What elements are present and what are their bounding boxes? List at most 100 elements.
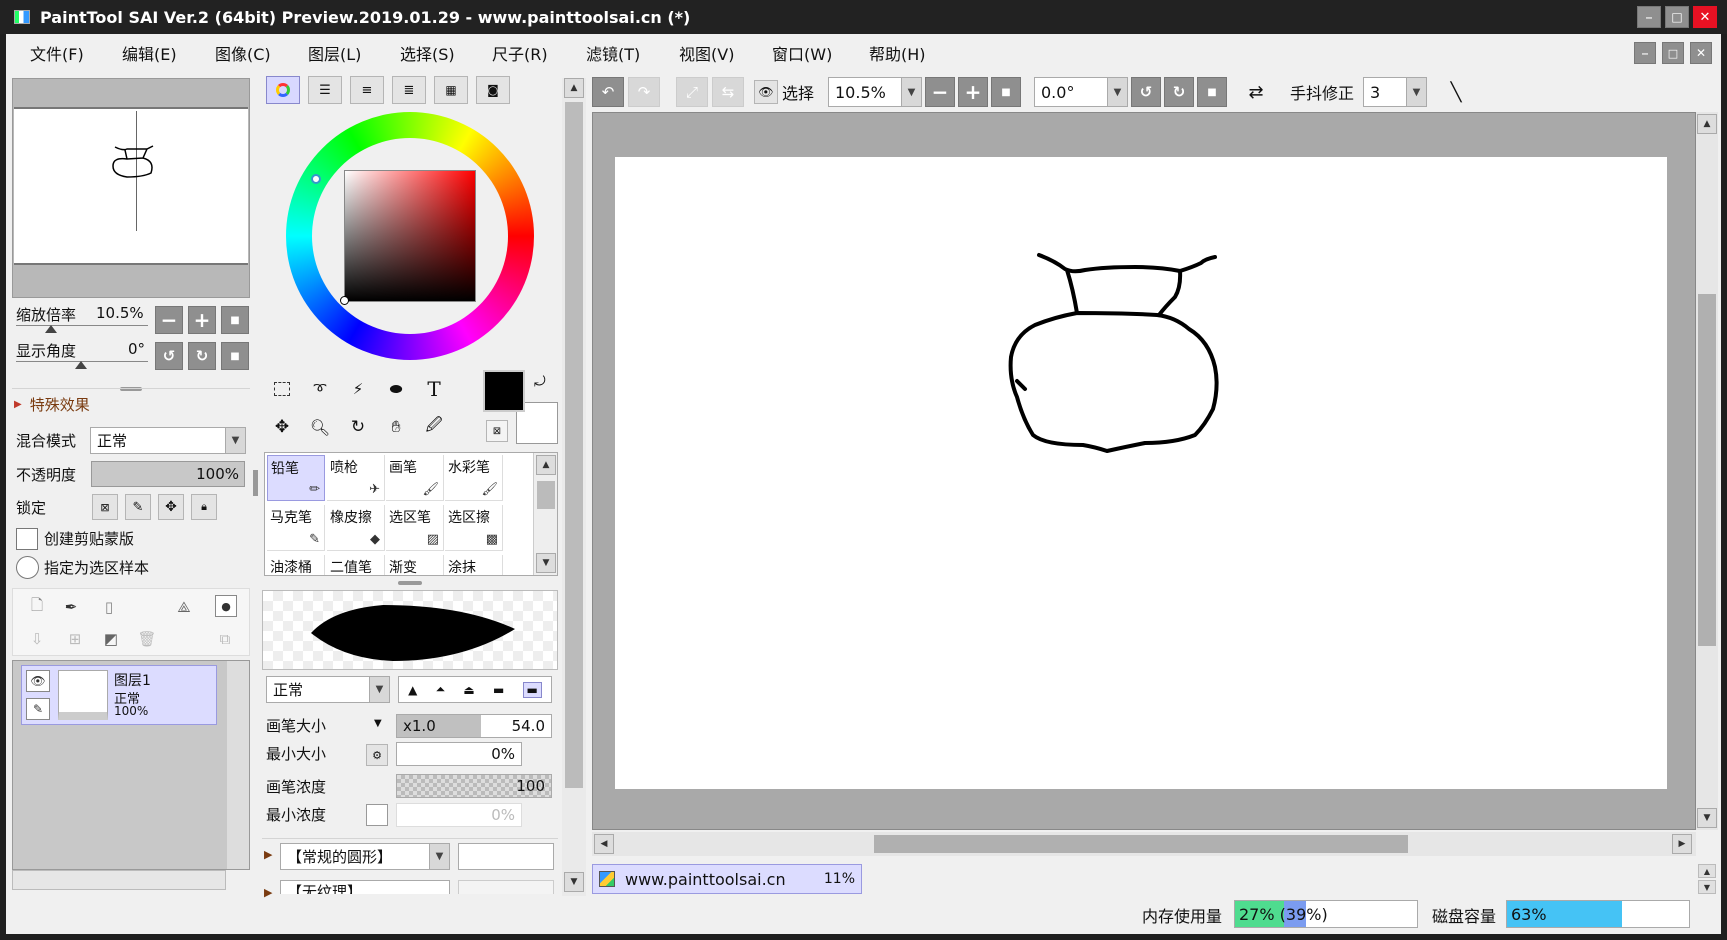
deselect-button[interactable]: ⤢: [676, 77, 708, 107]
merge-down-icon[interactable]: ⊞: [65, 629, 85, 649]
swatches-tab[interactable]: ▦: [434, 76, 468, 104]
brush-eraser[interactable]: 橡皮擦 ◆: [327, 505, 385, 551]
sv-square[interactable]: [344, 170, 476, 302]
flip-horizontal-button[interactable]: ⇄: [1240, 77, 1272, 107]
scroll-thumb[interactable]: [537, 481, 555, 509]
brush-size-slider[interactable]: x1.0 54.0: [396, 714, 552, 738]
angle-slider-thumb[interactable]: [75, 361, 87, 369]
invert-selection-button[interactable]: ⇆: [712, 77, 744, 107]
min-density-field[interactable]: 0%: [396, 803, 522, 827]
layer-list-vscrollbar[interactable]: [227, 661, 249, 869]
brush-watercolor[interactable]: 水彩笔 🖌︎: [445, 455, 503, 501]
layer-row[interactable]: 👁︎ ✎ 图层1 正常 100%: [21, 665, 217, 725]
edge-soft2-icon[interactable]: ⏏: [463, 683, 474, 697]
doc-tabs-down-button[interactable]: ▼: [1698, 880, 1716, 894]
brush-bucket[interactable]: 油漆桶: [267, 555, 325, 575]
hue-marker[interactable]: [311, 174, 321, 184]
scroll-down-button[interactable]: ▼: [1697, 808, 1717, 828]
marquee-icon[interactable]: [266, 374, 298, 404]
zoom-in-button[interactable]: +: [958, 77, 988, 107]
effects-expander[interactable]: ▶ 特殊效果: [14, 394, 90, 415]
edge-square-icon[interactable]: ▬: [522, 681, 542, 698]
clip-mask-checkbox[interactable]: [16, 528, 38, 550]
brush-mode-select[interactable]: 正常 ▼: [266, 676, 390, 703]
window-minimize-button[interactable]: –: [1637, 6, 1661, 28]
doc-tabs-up-button[interactable]: ▲: [1698, 864, 1716, 878]
hand-icon[interactable]: ✋︎: [380, 412, 412, 442]
lasso-icon[interactable]: ➰︎: [304, 374, 336, 404]
menu-edit[interactable]: 编辑(E): [122, 41, 215, 65]
expand-arrow-icon[interactable]: ▶: [264, 848, 272, 861]
eye-icon[interactable]: 👁︎: [754, 80, 778, 104]
color-wheel-tab[interactable]: [266, 76, 300, 104]
hsv-sliders-tab[interactable]: ≡: [350, 76, 384, 104]
rotate-reset-button[interactable]: ■: [221, 342, 249, 370]
menu-view[interactable]: 视图(V): [679, 41, 772, 65]
edge-soft3-icon[interactable]: ▬: [493, 683, 504, 697]
brush-blur[interactable]: 涂抹: [445, 555, 503, 575]
brush-brush[interactable]: 画笔 🖌︎: [386, 455, 444, 501]
zoom-reset-button[interactable]: ■: [221, 306, 249, 334]
canvas-vscrollbar[interactable]: ▲ ▼: [1696, 112, 1718, 830]
scroll-down-button[interactable]: ▼: [536, 553, 556, 573]
canvas-paper[interactable]: [615, 157, 1667, 789]
layer-effect-icon[interactable]: ⟁: [173, 597, 195, 617]
lock-all-icon[interactable]: 🔒︎: [191, 494, 217, 520]
scroll-thumb[interactable]: [874, 835, 1408, 853]
scroll-up-button[interactable]: ▲: [1697, 114, 1717, 134]
layer-mask-icon[interactable]: ●: [215, 595, 237, 617]
sv-marker[interactable]: [340, 296, 349, 305]
new-layer-icon[interactable]: 🗋︎: [27, 596, 47, 617]
brush-texture-strength[interactable]: [458, 880, 554, 894]
brush-shape-strength[interactable]: [458, 843, 554, 870]
doc-close-button[interactable]: ✕: [1690, 42, 1712, 64]
menu-help[interactable]: 帮助(H): [869, 41, 926, 65]
new-folder-icon[interactable]: ▯: [99, 597, 119, 617]
chevron-down-icon[interactable]: ▼: [374, 718, 382, 729]
lock-move-icon[interactable]: ✥: [158, 494, 184, 520]
menu-window[interactable]: 窗口(W): [772, 41, 869, 65]
brush-shape-select[interactable]: 【常规的圆形】 ▼: [280, 843, 450, 870]
rotate-left-button[interactable]: ↺: [155, 342, 183, 370]
transparent-color-icon[interactable]: ⊠: [486, 420, 508, 442]
edge-hard-icon[interactable]: ▲: [408, 683, 417, 697]
delete-layer-icon[interactable]: 🗑︎: [137, 629, 157, 649]
scroll-thumb[interactable]: [565, 102, 583, 788]
brush-density-slider[interactable]: 100: [396, 774, 552, 798]
selection-sample-checkbox[interactable]: [16, 556, 39, 579]
rotate-right-button[interactable]: ↻: [188, 342, 216, 370]
transfer-down-icon[interactable]: ⇩: [27, 629, 47, 649]
brush-selection-eraser[interactable]: 选区擦 ▩: [445, 505, 503, 551]
rotate-left-button[interactable]: ↺: [1131, 77, 1161, 107]
menu-layer[interactable]: 图层(L): [308, 41, 400, 65]
menu-image[interactable]: 图像(C): [215, 41, 308, 65]
scroll-thumb[interactable]: [1698, 294, 1716, 646]
stabilizer-select[interactable]: 3 ▼: [1363, 77, 1427, 107]
move-icon[interactable]: ✥: [266, 412, 298, 442]
menu-select[interactable]: 选择(S): [400, 41, 492, 65]
menu-filter[interactable]: 滤镜(T): [586, 41, 679, 65]
tools-vscrollbar[interactable]: ▲ ▼: [562, 78, 586, 896]
zoom-out-button[interactable]: −: [155, 306, 183, 334]
menu-ruler[interactable]: 尺子(R): [492, 41, 586, 65]
angle-value[interactable]: 0°: [128, 340, 145, 358]
zoom-in-button[interactable]: +: [188, 306, 216, 334]
merge-visible-icon[interactable]: ⧉: [215, 629, 235, 649]
text-icon[interactable]: T: [418, 374, 450, 404]
blend-mode-select[interactable]: 正常 ▼: [90, 427, 246, 454]
navigator-preview[interactable]: [12, 78, 250, 298]
opacity-slider[interactable]: 100%: [91, 461, 245, 487]
redo-button[interactable]: ↷: [628, 77, 660, 107]
brush-binary[interactable]: 二值笔: [327, 555, 385, 575]
pressure-icon[interactable]: ⚙︎: [366, 744, 388, 766]
new-vector-layer-icon[interactable]: ✒︎: [61, 597, 81, 617]
scroll-up-button[interactable]: ▲: [564, 78, 584, 98]
scroll-left-button[interactable]: ◀: [594, 834, 614, 854]
scroll-right-button[interactable]: ▶: [1672, 834, 1692, 854]
zoom-value[interactable]: 10.5%: [96, 304, 144, 322]
zoom-reset-button[interactable]: ■: [991, 77, 1021, 107]
brush-gradient[interactable]: 渐变: [386, 555, 444, 575]
layer-list-hscroll[interactable]: [12, 870, 226, 890]
swap-colors-icon[interactable]: ⤾: [534, 374, 546, 390]
scroll-up-button[interactable]: ▲: [536, 455, 556, 475]
